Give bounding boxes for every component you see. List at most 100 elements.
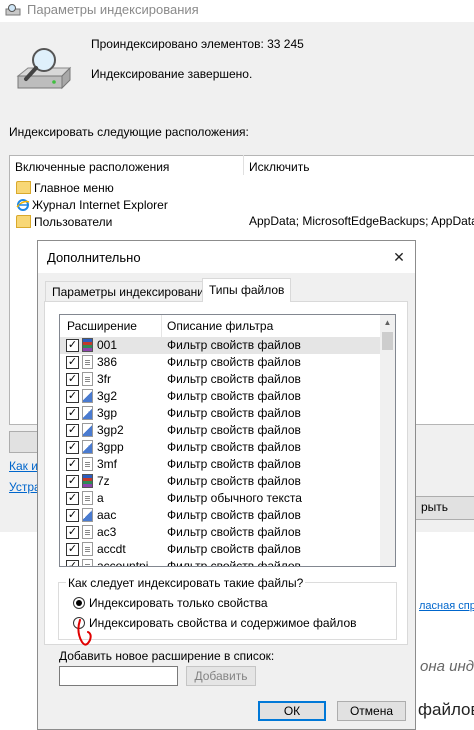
ie-icon: [16, 198, 30, 211]
file-type-row[interactable]: ✓ 3gpp Фильтр свойств файлов: [60, 439, 380, 456]
indexing-options-icon: [5, 4, 21, 16]
location-row[interactable]: Пользователи: [16, 214, 112, 230]
file-type-row[interactable]: ✓ a Фильтр обычного текста: [60, 490, 380, 507]
how-indexing-link[interactable]: Как и: [9, 459, 38, 473]
dialog-title: Дополнительно: [47, 250, 141, 265]
tab-index-settings[interactable]: Параметры индексирования: [45, 281, 218, 302]
file-type-row[interactable]: ✓ 3gp Фильтр свойств файлов: [60, 405, 380, 422]
file-type-row[interactable]: ✓ ac3 Фильтр свойств файлов: [60, 524, 380, 541]
file-type-checkbox[interactable]: ✓: [66, 509, 79, 522]
file-type-description: Фильтр свойств файлов: [167, 389, 301, 403]
folder-icon: [16, 215, 31, 229]
file-type-checkbox[interactable]: ✓: [66, 407, 79, 420]
column-header-exclude[interactable]: Исключить: [249, 160, 309, 174]
file-type-description: Фильтр свойств файлов: [167, 423, 301, 437]
close-icon[interactable]: ✕: [387, 245, 411, 269]
add-extension-button[interactable]: Добавить: [186, 666, 256, 686]
file-type-extension: 3mf: [97, 457, 118, 471]
file-type-checkbox[interactable]: ✓: [66, 560, 79, 566]
list-header: Расширение Описание фильтра: [60, 315, 380, 337]
file-type-row[interactable]: ✓ aac Фильтр свойств файлов: [60, 507, 380, 524]
file-type-description: Фильтр свойств файлов: [167, 355, 301, 369]
file-icon: [82, 491, 93, 505]
vertical-scrollbar[interactable]: ▲: [380, 315, 395, 566]
location-name: Журнал Internet Explorer: [32, 197, 168, 212]
cancel-button[interactable]: Отмена: [337, 701, 406, 721]
file-type-description: Фильтр свойств файлов: [167, 338, 301, 352]
column-divider: [161, 315, 162, 337]
add-extension-input[interactable]: [59, 666, 178, 686]
file-type-description: Фильтр свойств файлов: [167, 508, 301, 522]
settings-file-icon: [82, 355, 93, 369]
advanced-options-dialog: Дополнительно ✕ Параметры индексирования…: [37, 240, 416, 730]
locations-label: Индексировать следующие расположения:: [9, 125, 249, 139]
file-type-row[interactable]: ✓ accountpi Фильтр свойств файлов: [60, 558, 380, 567]
close-button-label: рыть: [421, 500, 449, 514]
window-titlebar: Параметры индексирования: [0, 0, 474, 22]
ok-button[interactable]: ОК: [258, 701, 326, 721]
index-mode-group: [58, 582, 397, 640]
radio-index-properties[interactable]: [73, 597, 85, 609]
file-type-checkbox[interactable]: ✓: [66, 458, 79, 471]
help-link[interactable]: ласная справ: [419, 600, 474, 612]
indexed-items-count: Проиндексировано элементов: 33 245: [91, 37, 304, 51]
background-italic-text: она инд: [420, 658, 474, 675]
radio-index-properties-label[interactable]: Индексировать только свойства: [89, 596, 268, 610]
file-type-description: Фильтр свойств файлов: [167, 406, 301, 420]
file-type-checkbox[interactable]: ✓: [66, 441, 79, 454]
file-type-extension: 3gp: [97, 406, 118, 420]
file-type-extension: 7z: [97, 474, 110, 488]
column-header-included[interactable]: Включенные расположения: [15, 160, 169, 174]
file-type-checkbox[interactable]: ✓: [66, 543, 79, 556]
file-type-row[interactable]: ✓ 001 Фильтр свойств файлов: [60, 337, 380, 354]
radio-index-properties-content-label[interactable]: Индексировать свойства и содержимое файл…: [89, 616, 357, 630]
window-title: Параметры индексирования: [27, 2, 199, 17]
location-row[interactable]: Журнал Internet Explorer: [16, 197, 168, 213]
file-type-extension: 3gpp: [97, 440, 124, 454]
file-type-checkbox[interactable]: ✓: [66, 475, 79, 488]
file-type-row[interactable]: ✓ 386 Фильтр свойств файлов: [60, 354, 380, 371]
file-type-checkbox[interactable]: ✓: [66, 373, 79, 386]
column-header-description[interactable]: Описание фильтра: [167, 319, 273, 333]
file-type-checkbox[interactable]: ✓: [66, 492, 79, 505]
file-type-row[interactable]: ✓ 7z Фильтр свойств файлов: [60, 473, 380, 490]
column-header-extension[interactable]: Расширение: [67, 319, 137, 333]
scrollbar-thumb[interactable]: [382, 332, 393, 350]
file-type-extension: accountpi: [97, 559, 149, 567]
archive-icon: [82, 474, 93, 488]
close-button[interactable]: рыть: [414, 496, 474, 520]
file-type-checkbox[interactable]: ✓: [66, 339, 79, 352]
file-type-checkbox[interactable]: ✓: [66, 390, 79, 403]
background-large-text: файлов: [418, 700, 474, 719]
file-type-description: Фильтр обычного текста: [167, 491, 302, 505]
file-type-extension: 3gp2: [97, 423, 124, 437]
file-type-row[interactable]: ✓ 3fr Фильтр свойств файлов: [60, 371, 380, 388]
media-file-icon: [82, 440, 93, 454]
file-icon: [82, 542, 93, 556]
file-type-row[interactable]: ✓ 3mf Фильтр свойств файлов: [60, 456, 380, 473]
file-type-row[interactable]: ✓ accdt Фильтр свойств файлов: [60, 541, 380, 558]
file-types-list[interactable]: Расширение Описание фильтра ✓ 001 Фильтр с…: [59, 314, 396, 567]
file-type-checkbox[interactable]: ✓: [66, 526, 79, 539]
file-type-row[interactable]: ✓ 3gp2 Фильтр свойств файлов: [60, 422, 380, 439]
file-type-extension: aac: [97, 508, 117, 522]
file-type-description: Фильтр свойств файлов: [167, 559, 301, 567]
file-type-row[interactable]: ✓ 3g2 Фильтр свойств файлов: [60, 388, 380, 405]
file-type-description: Фильтр свойств файлов: [167, 542, 301, 556]
file-type-checkbox[interactable]: ✓: [66, 424, 79, 437]
scroll-up-icon[interactable]: ▲: [380, 315, 395, 330]
file-type-description: Фильтр свойств файлов: [167, 474, 301, 488]
media-file-icon: [82, 389, 93, 403]
file-type-extension: accdt: [97, 542, 126, 556]
troubleshoot-link[interactable]: Устра: [9, 480, 41, 494]
media-file-icon: [82, 423, 93, 437]
file-type-description: Фильтр свойств файлов: [167, 525, 301, 539]
file-icon: [82, 372, 93, 386]
location-exclusions: AppData; MicrosoftEdgeBackups; AppData: [249, 214, 474, 228]
file-type-checkbox[interactable]: ✓: [66, 356, 79, 369]
file-type-extension: 386: [97, 355, 118, 369]
file-types-rows: ✓ 001 Фильтр свойств файлов ✓ 386 Фильтр свой…: [60, 337, 380, 567]
location-row[interactable]: Главное меню: [16, 180, 114, 196]
media-file-icon: [82, 508, 93, 522]
tab-file-types[interactable]: Типы файлов: [202, 278, 292, 302]
